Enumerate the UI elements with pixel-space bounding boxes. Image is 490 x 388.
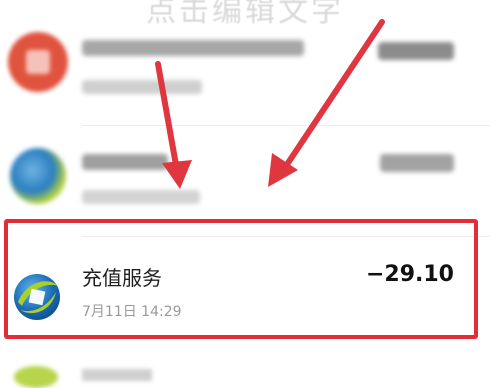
next-row-logo-icon xyxy=(14,366,58,388)
arrow-right-head xyxy=(268,153,298,187)
blurred-time xyxy=(82,80,202,94)
red-square-logo-icon xyxy=(8,32,68,92)
next-row-blurred-title xyxy=(82,369,152,381)
green-blue-logo-icon xyxy=(10,148,66,204)
blurred-header-text: 点击编辑文字 xyxy=(146,0,344,29)
blurred-amount xyxy=(378,42,454,60)
divider xyxy=(82,125,490,126)
blurred-time xyxy=(82,190,200,204)
blurred-amount xyxy=(380,154,454,172)
blurred-title xyxy=(82,154,168,170)
blurred-title xyxy=(82,40,304,56)
highlight-box xyxy=(4,219,478,339)
